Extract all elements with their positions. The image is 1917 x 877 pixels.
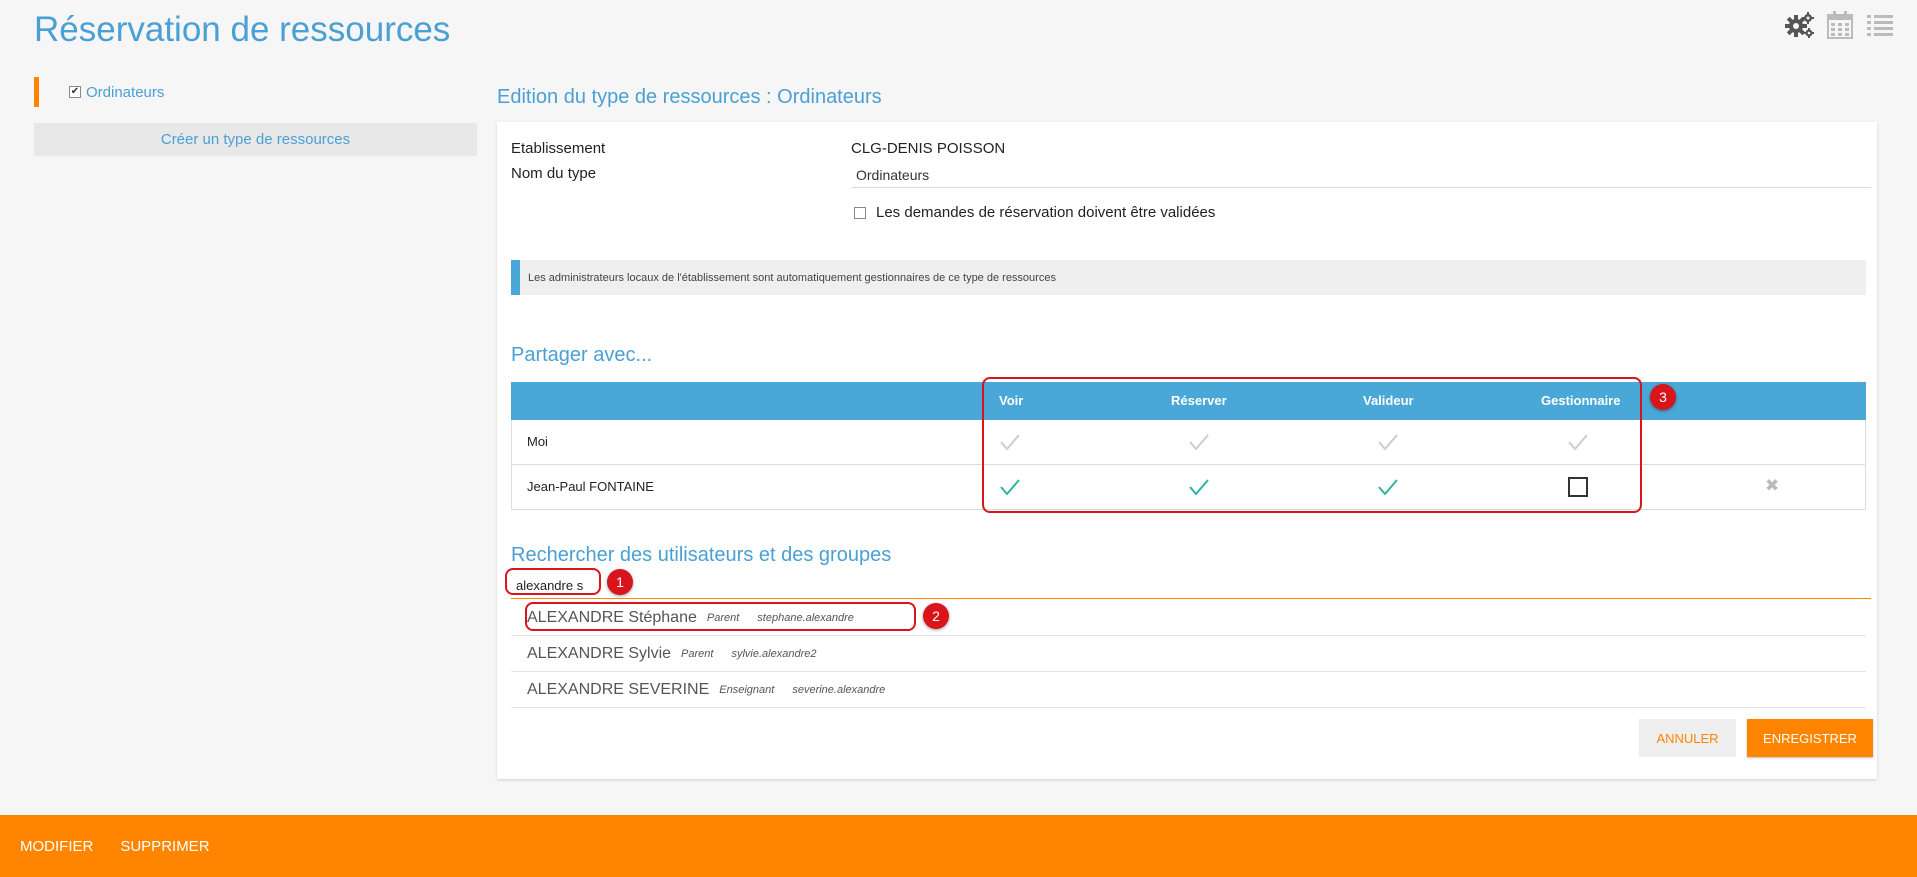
delete-button[interactable]: SUPPRIMER bbox=[120, 838, 209, 855]
info-box: Les administrateurs locaux de l'établiss… bbox=[511, 260, 1866, 295]
remove-share-icon[interactable]: ✖ bbox=[1765, 476, 1779, 496]
edition-title: Edition du type de ressources : Ordinate… bbox=[497, 86, 882, 108]
share-row-name: Jean-Paul FONTAINE bbox=[527, 479, 654, 494]
gears-icon[interactable] bbox=[1785, 10, 1815, 40]
result-profile: Enseignant bbox=[719, 683, 775, 696]
create-resource-type-button[interactable]: Créer un type de ressources bbox=[34, 123, 477, 156]
list-icon[interactable] bbox=[1865, 10, 1895, 40]
result-name: ALEXANDRE Sylvie bbox=[527, 644, 672, 662]
annotation-highlight-result bbox=[525, 602, 916, 631]
annotation-badge-1: 1 bbox=[607, 569, 633, 595]
search-result-item[interactable]: ALEXANDRE SEVERINE Enseignant severine.a… bbox=[511, 672, 1866, 708]
share-title: Partager avec... bbox=[511, 344, 653, 366]
result-login: severine.alexandre bbox=[792, 683, 886, 696]
top-toolbar bbox=[1785, 10, 1895, 40]
annotation-highlight-rights bbox=[982, 377, 1642, 513]
result-name: ALEXANDRE SEVERINE bbox=[527, 680, 710, 698]
annotation-highlight-search bbox=[505, 568, 601, 595]
cancel-button[interactable]: ANNULER bbox=[1639, 719, 1736, 757]
footer-bar: MODIFIER SUPPRIMER bbox=[0, 815, 1917, 877]
search-result-item[interactable]: ALEXANDRE Sylvie Parent sylvie.alexandre… bbox=[511, 636, 1866, 672]
validation-label: Les demandes de réservation doivent être… bbox=[876, 204, 1216, 221]
search-title: Rechercher des utilisateurs et des group… bbox=[511, 544, 892, 566]
page-title: Réservation de ressources bbox=[34, 10, 451, 49]
search-input[interactable] bbox=[511, 572, 1871, 599]
validation-row[interactable]: Les demandes de réservation doivent être… bbox=[854, 204, 1215, 221]
save-button[interactable]: ENREGISTRER bbox=[1747, 719, 1873, 757]
type-name-input[interactable] bbox=[851, 162, 1871, 188]
sidebar-item-label: Ordinateurs bbox=[86, 83, 165, 101]
calendar-icon[interactable] bbox=[1825, 10, 1855, 40]
modify-button[interactable]: MODIFIER bbox=[20, 838, 93, 855]
edition-card: Etablissement CLG-DENIS POISSON Nom du t… bbox=[497, 122, 1877, 779]
result-login: sylvie.alexandre2 bbox=[731, 647, 817, 660]
sidebar-item-ordinateurs[interactable]: ✔ Ordinateurs bbox=[34, 77, 477, 107]
result-profile: Parent bbox=[681, 647, 714, 660]
sidebar-item-checkbox[interactable]: ✔ bbox=[69, 86, 81, 98]
share-row-name: Moi bbox=[527, 434, 548, 449]
validation-checkbox[interactable] bbox=[854, 206, 866, 219]
info-text: Les administrateurs locaux de l'établiss… bbox=[528, 271, 1056, 284]
annotation-badge-2: 2 bbox=[923, 603, 949, 629]
establishment-label: Etablissement bbox=[511, 140, 606, 157]
sidebar: ✔ Ordinateurs Créer un type de ressource… bbox=[34, 77, 477, 156]
establishment-value: CLG-DENIS POISSON bbox=[851, 140, 1006, 157]
type-name-label: Nom du type bbox=[511, 165, 597, 182]
annotation-badge-3: 3 bbox=[1650, 384, 1676, 410]
